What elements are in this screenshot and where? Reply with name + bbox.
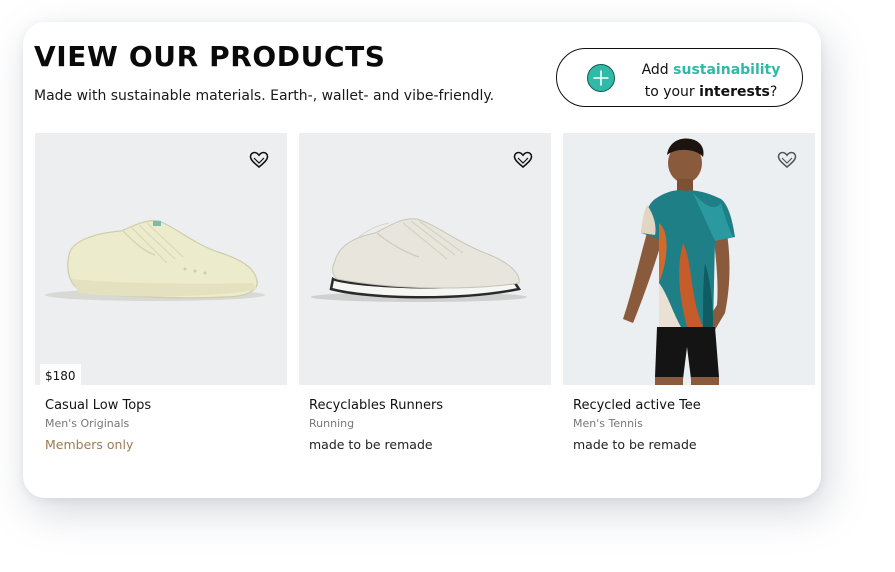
cta-prefix: Add	[641, 62, 674, 78]
add-sustainability-interest-button[interactable]: Add sustainability to your interests?	[556, 48, 803, 107]
white-running-shoe-image	[311, 218, 527, 302]
wishlist-heart-icon[interactable]	[777, 151, 797, 169]
wishlist-heart-icon[interactable]	[249, 151, 269, 169]
product-card[interactable]: Recyclables Runners Running made to be r…	[299, 133, 551, 452]
product-image[interactable]: $180	[35, 133, 287, 385]
product-category: Running	[309, 417, 355, 430]
product-card[interactable]: $180 Casual Low Tops Men's Originals Mem…	[35, 133, 287, 452]
product-image[interactable]	[563, 133, 815, 385]
man-in-tie-dye-tee-image	[623, 138, 735, 385]
cta-highlight: sustainability	[673, 62, 781, 78]
product-name[interactable]: Recyclables Runners	[309, 398, 551, 413]
cta-line2-suffix: ?	[769, 84, 778, 100]
products-card: VIEW OUR PRODUCTS Made with sustainable …	[23, 22, 821, 498]
product-name[interactable]: Recycled active Tee	[573, 398, 815, 413]
product-tag: made to be remade	[309, 437, 433, 452]
cta-line2-bold: interests	[699, 84, 770, 100]
page-subtitle: Made with sustainable materials. Earth-,…	[34, 88, 495, 104]
cream-low-top-sneaker-image	[45, 220, 265, 301]
page-title: VIEW OUR PRODUCTS	[34, 40, 386, 73]
product-image[interactable]	[299, 133, 551, 385]
product-name[interactable]: Casual Low Tops	[45, 398, 287, 413]
cta-line2-prefix: to your	[644, 84, 700, 100]
product-card[interactable]: Recycled active Tee Men's Tennis made to…	[563, 133, 815, 452]
product-category: Men's Tennis	[573, 417, 643, 430]
product-tag: Members only	[45, 437, 134, 452]
plus-circle-icon	[587, 64, 615, 92]
price-badge: $180	[40, 364, 81, 385]
wishlist-heart-icon[interactable]	[513, 151, 533, 169]
product-category: Men's Originals	[45, 417, 130, 430]
cta-label: Add sustainability to your interests?	[631, 59, 791, 103]
product-tag: made to be remade	[573, 437, 697, 452]
